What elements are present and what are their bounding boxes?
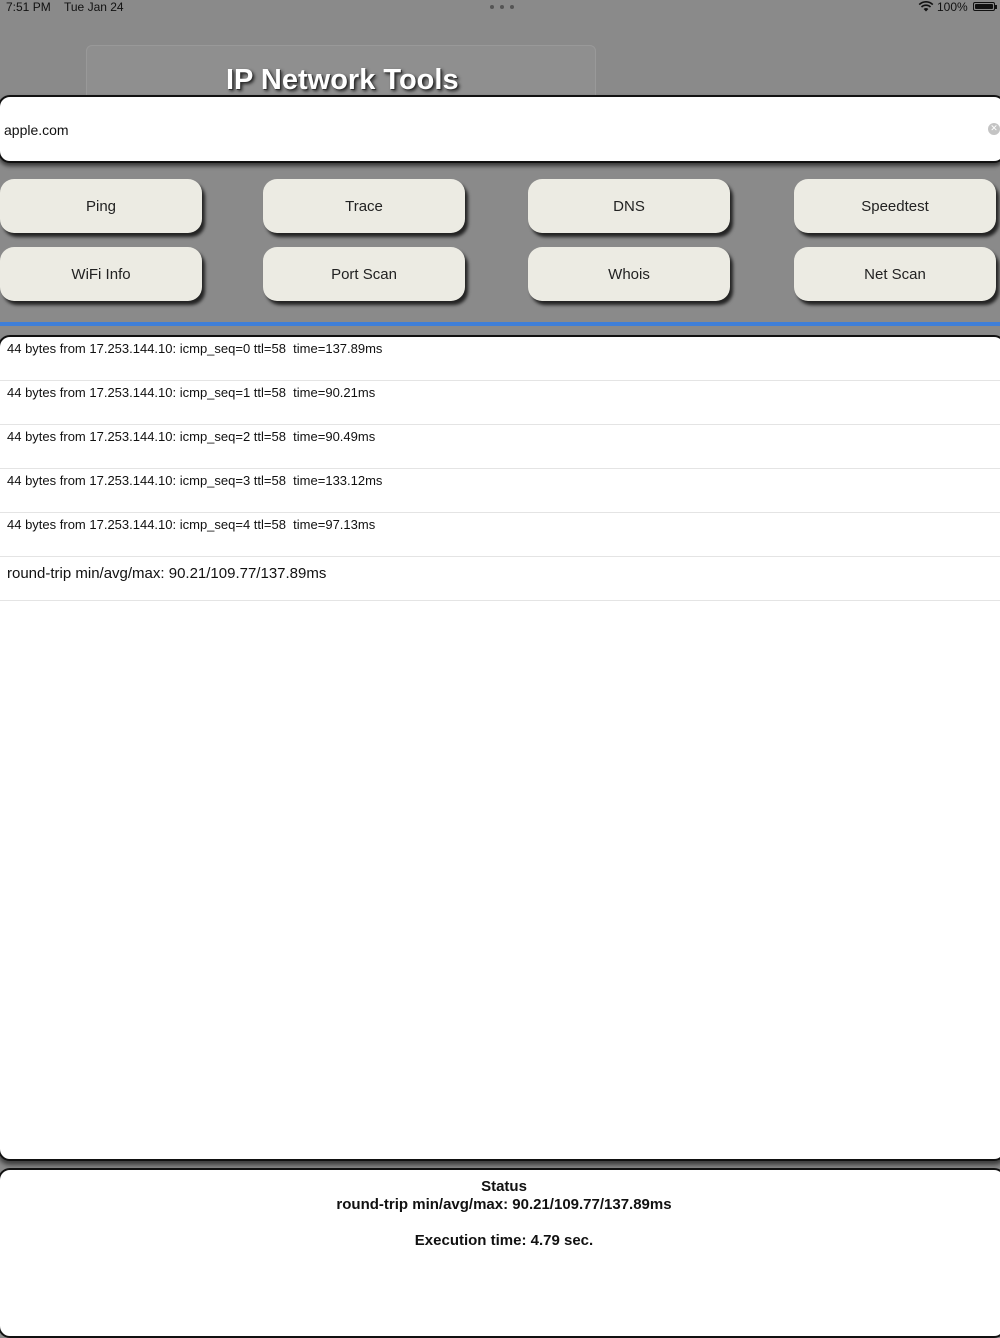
result-text: 44 bytes from 17.253.144.10: icmp_seq=3 … [7, 473, 383, 488]
host-input[interactable] [4, 117, 964, 143]
result-row: 44 bytes from 17.253.144.10: icmp_seq=4 … [0, 513, 1000, 557]
status-panel: Status round-trip min/avg/max: 90.21/109… [0, 1168, 1000, 1338]
execution-time: Execution time: 4.79 sec. [414, 1232, 594, 1249]
ping-button[interactable]: Ping [0, 179, 202, 233]
port-scan-button[interactable]: Port Scan [263, 247, 465, 301]
result-row: 44 bytes from 17.253.144.10: icmp_seq=3 … [0, 469, 1000, 513]
dns-button[interactable]: DNS [528, 179, 730, 233]
result-row: 44 bytes from 17.253.144.10: icmp_seq=0 … [0, 337, 1000, 381]
net-scan-button[interactable]: Net Scan [794, 247, 996, 301]
wifi-icon [918, 0, 934, 12]
status-bar: 7:51 PM Tue Jan 24 100% [0, 0, 1000, 14]
speedtest-button[interactable]: Speedtest [794, 179, 996, 233]
status-time: 7:51 PM [6, 0, 51, 14]
wifi-info-button[interactable]: WiFi Info [0, 247, 202, 301]
host-input-container[interactable]: ✕ [0, 95, 1000, 163]
status-heading: Status [481, 1178, 527, 1195]
status-date: Tue Jan 24 [64, 0, 124, 14]
page-title: IP Network Tools [226, 64, 459, 96]
clear-icon[interactable]: ✕ [988, 123, 1000, 135]
result-summary-text: round-trip min/avg/max: 90.21/109.77/137… [7, 565, 327, 582]
results-list[interactable]: 44 bytes from 17.253.144.10: icmp_seq=0 … [0, 335, 1000, 1161]
battery-icon [973, 2, 997, 11]
status-summary: round-trip min/avg/max: 90.21/109.77/137… [336, 1196, 672, 1213]
result-row: 44 bytes from 17.253.144.10: icmp_seq=2 … [0, 425, 1000, 469]
multitasking-dots-icon[interactable] [490, 5, 514, 9]
whois-button[interactable]: Whois [528, 247, 730, 301]
result-row: 44 bytes from 17.253.144.10: icmp_seq=1 … [0, 381, 1000, 425]
result-text: 44 bytes from 17.253.144.10: icmp_seq=1 … [7, 385, 376, 400]
trace-button[interactable]: Trace [263, 179, 465, 233]
result-text: 44 bytes from 17.253.144.10: icmp_seq=4 … [7, 517, 376, 532]
progress-divider [0, 322, 1000, 326]
result-summary-row: round-trip min/avg/max: 90.21/109.77/137… [0, 557, 1000, 601]
battery-percent: 100% [937, 0, 968, 14]
result-text: 44 bytes from 17.253.144.10: icmp_seq=2 … [7, 429, 376, 444]
result-text: 44 bytes from 17.253.144.10: icmp_seq=0 … [7, 341, 383, 356]
